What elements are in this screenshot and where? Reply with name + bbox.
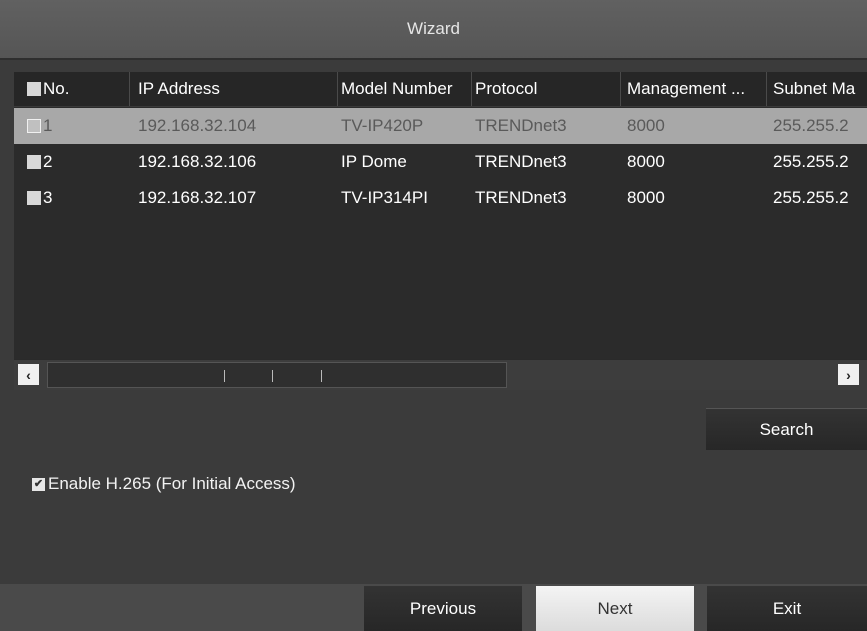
column-header-protocol[interactable]: Protocol [472, 72, 621, 106]
management-port-cell: 8000 [627, 188, 665, 207]
management-port-cell: 8000 [627, 116, 665, 135]
table-header: No. IP Address Model Number Protocol Man… [14, 72, 867, 107]
ip-address-cell: 192.168.32.107 [138, 188, 257, 207]
device-table: No. IP Address Model Number Protocol Man… [14, 72, 867, 359]
row-number-cell: 1 [14, 108, 130, 144]
protocol-cell: TRENDnet3 [475, 188, 567, 207]
table-row[interactable]: 3 192.168.32.107 TV-IP314PI TRENDnet3 80… [14, 180, 867, 216]
management-port-cell: 8000 [627, 152, 665, 171]
table-row[interactable]: 1 192.168.32.104 TV-IP420P TRENDnet3 800… [14, 108, 867, 144]
h265-option[interactable]: ✔ Enable H.265 (For Initial Access) [32, 472, 296, 496]
checkmark-icon[interactable]: ✔ [32, 477, 45, 491]
row-number: 3 [43, 188, 53, 207]
chevron-left-icon[interactable]: ‹ [18, 364, 39, 385]
ip-address-cell: 192.168.32.106 [138, 152, 257, 171]
protocol-cell: TRENDnet3 [475, 152, 567, 171]
column-header-no-label: No. [43, 79, 70, 98]
chevron-right-icon[interactable]: › [838, 364, 859, 385]
row-checkbox[interactable] [27, 191, 41, 205]
row-checkbox[interactable] [27, 155, 41, 169]
select-all-checkbox[interactable] [27, 82, 41, 96]
scrollbar-grip [272, 370, 273, 382]
ip-address-cell: 192.168.32.104 [138, 116, 257, 135]
scrollbar-thumb[interactable] [47, 362, 507, 388]
model-number-cell: TV-IP314PI [341, 188, 428, 207]
model-number-cell: IP Dome [341, 152, 407, 171]
previous-button[interactable]: Previous [364, 586, 522, 631]
row-number: 2 [43, 152, 53, 171]
protocol-cell: TRENDnet3 [475, 116, 567, 135]
column-header-model-number[interactable]: Model Number [338, 72, 472, 106]
subnet-mask-cell: 255.255.2 [773, 188, 849, 207]
column-header-management-port[interactable]: Management ... [621, 72, 767, 106]
window-title: Wizard [0, 0, 867, 60]
subnet-mask-cell: 255.255.2 [773, 116, 849, 135]
horizontal-scrollbar[interactable]: ‹ › [14, 359, 867, 390]
column-header-no[interactable]: No. [14, 72, 130, 106]
scrollbar-grip [321, 370, 322, 382]
column-header-ip-address[interactable]: IP Address [130, 72, 338, 106]
scrollbar-grip [224, 370, 225, 382]
exit-button[interactable]: Exit [707, 586, 867, 631]
table-row[interactable]: 2 192.168.32.106 IP Dome TRENDnet3 8000 … [14, 144, 867, 180]
row-number-cell: 3 [14, 180, 130, 216]
search-button[interactable]: Search [706, 408, 867, 450]
row-number-cell: 2 [14, 144, 130, 180]
subnet-mask-cell: 255.255.2 [773, 152, 849, 171]
column-header-subnet-mask[interactable]: Subnet Ma [767, 72, 867, 106]
row-number: 1 [43, 116, 53, 135]
model-number-cell: TV-IP420P [341, 116, 424, 135]
next-button[interactable]: Next [536, 586, 694, 631]
h265-label: Enable H.265 (For Initial Access) [48, 474, 296, 493]
row-checkbox[interactable] [27, 119, 41, 133]
